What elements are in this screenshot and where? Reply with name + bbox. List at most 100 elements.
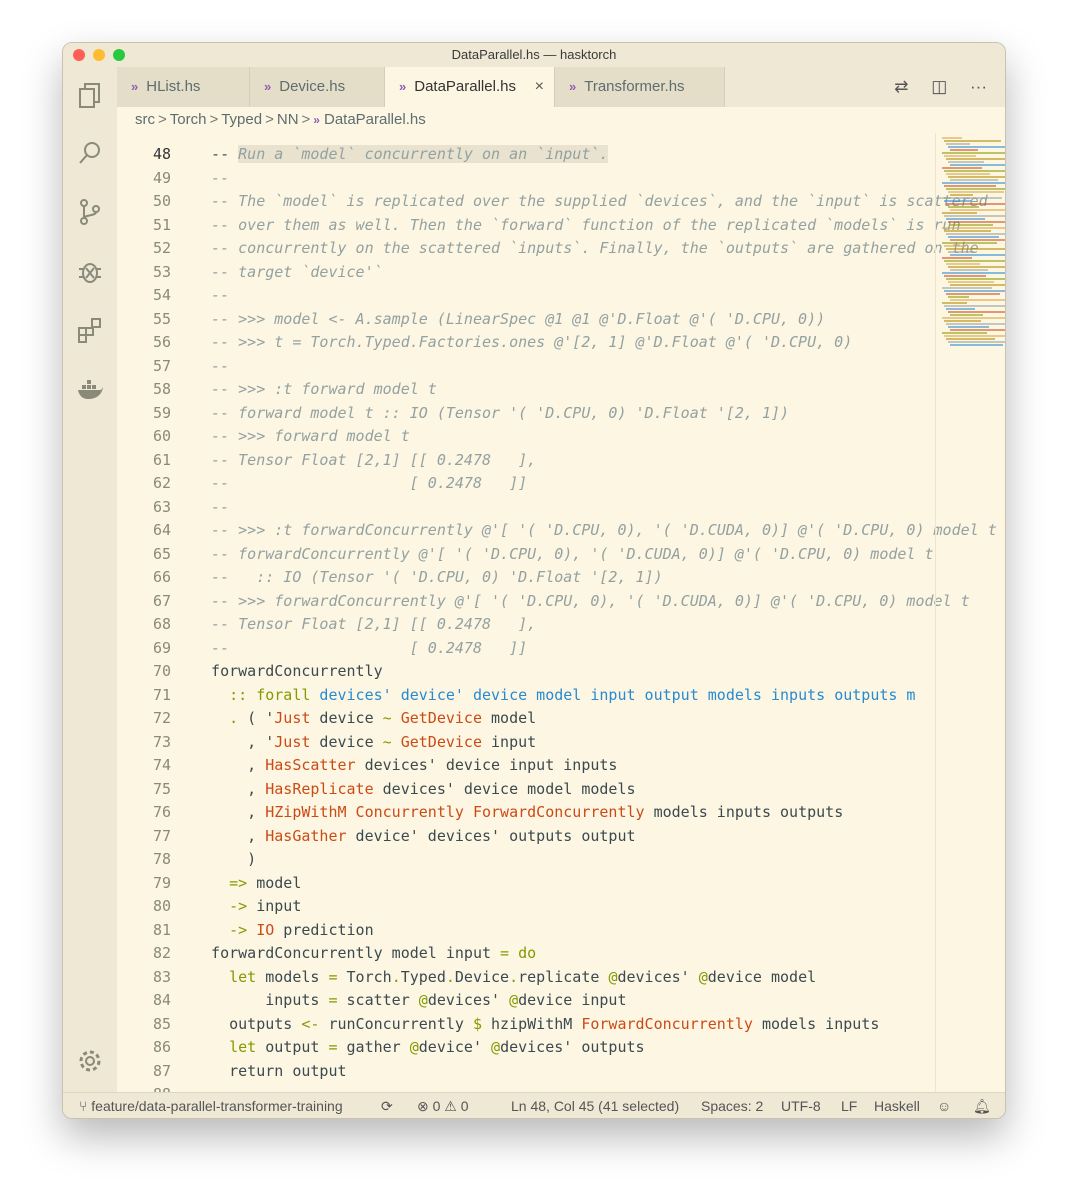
code-line[interactable]: 50 -- The `model` is replicated over the… — [117, 190, 988, 213]
code-line[interactable]: 49 -- — [117, 167, 877, 190]
extensions-icon[interactable] — [76, 316, 104, 344]
code-line[interactable]: 65 -- forwardConcurrently @'[ '( 'D.CPU,… — [117, 543, 934, 566]
line-number: 67 — [152, 591, 171, 610]
code-line[interactable]: 67 -- >>> forwardConcurrently @'[ '( 'D.… — [117, 590, 970, 613]
code-token: input — [482, 732, 537, 751]
tab-hlist[interactable]: » HList.hs — [117, 67, 250, 107]
code-line[interactable]: 59 -- forward model t :: IO (Tensor '( '… — [117, 402, 877, 425]
split-editor-icon[interactable]: ◫ — [931, 77, 947, 96]
code-line[interactable]: 57 -- — [117, 355, 877, 378]
docker-icon[interactable] — [76, 375, 104, 403]
sync-icon[interactable]: ⟳ — [381, 1093, 393, 1118]
code-line[interactable]: 51 -- over them as well. Then the `forwa… — [117, 214, 961, 237]
code-token: -- — [193, 168, 230, 187]
language-mode[interactable]: Haskell — [874, 1093, 920, 1118]
tab-transformer[interactable]: » Transformer.hs — [555, 67, 725, 107]
code-line[interactable]: 75 , HasReplicate devices' device model … — [117, 778, 877, 801]
breadcrumb-src[interactable]: src — [135, 111, 155, 128]
notifications-bell-icon[interactable]: 🔔︎ — [973, 1093, 991, 1118]
end-of-line[interactable]: LF — [841, 1093, 857, 1118]
breadcrumb-torch[interactable]: Torch — [170, 111, 207, 128]
code-token: Just — [274, 709, 311, 727]
code-line[interactable]: 79 => model — [117, 872, 877, 895]
code-line[interactable]: 85 outputs <- runConcurrently $ hzipWith… — [117, 1013, 879, 1036]
code-line[interactable]: 60 -- >>> forward model t — [117, 425, 877, 448]
code-line[interactable]: 53 -- target `device'` — [117, 261, 877, 284]
code-line[interactable]: 64 -- >>> :t forwardConcurrently @'[ '( … — [117, 519, 997, 542]
code-line[interactable]: 54 -- — [117, 284, 877, 307]
more-actions-icon[interactable]: ··· — [970, 77, 987, 96]
code-line[interactable]: 83 let models = Torch.Typed.Device.repli… — [117, 966, 877, 989]
feedback-icon[interactable]: ☺ — [937, 1093, 951, 1118]
settings-gear-icon[interactable] — [76, 1047, 104, 1075]
search-icon[interactable] — [76, 139, 104, 167]
warning-icon: ⚠ — [440, 1098, 461, 1114]
code-line[interactable]: 73 , 'Just device ~ GetDevice input — [117, 731, 877, 754]
cursor-position[interactable]: Ln 48, Col 45 (41 selected) — [511, 1093, 679, 1118]
code-line[interactable]: 72 . ( 'Just device ~ GetDevice model — [117, 707, 877, 730]
files-icon[interactable] — [76, 81, 104, 109]
code-token: @ — [418, 991, 428, 1009]
source-control-icon[interactable] — [76, 198, 104, 226]
minimap-line — [942, 287, 992, 289]
code-line[interactable]: 76 , HZipWithM Concurrently ForwardConcu… — [117, 801, 877, 824]
code-line[interactable]: 68 -- Tensor Float [2,1] [[ 0.2478 ], — [117, 613, 877, 636]
code-line[interactable]: 58 -- >>> :t forward model t — [117, 378, 877, 401]
code-line[interactable]: 69 -- [ 0.2478 ]] — [117, 637, 877, 660]
code-line[interactable]: 78 ) — [117, 848, 877, 871]
code-line[interactable]: 66 -- :: IO (Tensor '( 'D.CPU, 0) 'D.Flo… — [117, 566, 877, 589]
code-token: -- The `model` is replicated over the su… — [193, 192, 988, 210]
code-line[interactable]: 56 -- >>> t = Torch.Typed.Factories.ones… — [117, 331, 877, 354]
minimap-line — [942, 152, 1005, 154]
code-line[interactable]: 86 let output = gather @device' @devices… — [117, 1036, 877, 1059]
compare-changes-icon[interactable]: ⇄ — [894, 77, 908, 96]
haskell-icon: » — [131, 79, 139, 94]
code-line[interactable]: 55 -- >>> model <- A.sample (LinearSpec … — [117, 308, 877, 331]
code-line[interactable]: 81 -> IO prediction — [117, 919, 877, 942]
code-line[interactable]: 87 return output — [117, 1060, 877, 1083]
line-number: 82 — [152, 944, 171, 962]
code-token: Run a `model` concurrently on an `input`… — [238, 145, 609, 163]
problems-indicator[interactable]: ⊗ 0 ⚠ 0 — [417, 1093, 469, 1118]
code-editor[interactable]: 48 -- Run a `model` concurrently on an `… — [117, 133, 1005, 1093]
code-line[interactable]: 82 forwardConcurrently model input = do — [117, 942, 877, 965]
line-number: 61 — [152, 450, 171, 469]
code-line[interactable]: 48 -- Run a `model` concurrently on an `… — [117, 143, 877, 166]
minimap-line — [946, 263, 980, 265]
indentation[interactable]: Spaces: 2 — [701, 1093, 763, 1118]
code-token: :: forall — [229, 685, 311, 704]
minimap-line — [944, 305, 1005, 307]
minimize-window-button[interactable] — [93, 49, 105, 61]
code-token: prediction — [274, 920, 374, 939]
code-line[interactable]: 80 -> input — [117, 895, 877, 918]
code-line[interactable]: 77 , HasGather device' devices' outputs … — [117, 825, 877, 848]
tab-dataparallel[interactable]: » DataParallel.hs × — [385, 67, 555, 107]
code-line[interactable]: 71 :: forall devices' device' device mod… — [117, 684, 916, 707]
code-line[interactable]: 52 -- concurrently on the scattered `inp… — [117, 237, 979, 260]
close-tab-icon[interactable]: × — [535, 67, 544, 107]
minimap[interactable] — [935, 133, 1005, 1093]
activity-bar — [63, 67, 117, 1092]
debug-icon[interactable] — [76, 257, 104, 285]
code-line[interactable]: 74 , HasScatter devices' device input in… — [117, 754, 877, 777]
code-line[interactable]: 84 inputs = scatter @devices' @device in… — [117, 989, 877, 1012]
encoding[interactable]: UTF-8 — [781, 1093, 821, 1118]
code-line[interactable]: 61 -- Tensor Float [2,1] [[ 0.2478 ], — [117, 449, 877, 472]
code-line[interactable]: 70 forwardConcurrently — [117, 660, 877, 683]
tab-device[interactable]: » Device.hs — [250, 67, 385, 107]
branch-indicator[interactable]: ⑂ feature/data-parallel-transformer-trai… — [79, 1093, 343, 1118]
breadcrumb-file[interactable]: DataParallel.hs — [324, 111, 426, 128]
breadcrumb-typed[interactable]: Typed — [221, 111, 262, 128]
code-line[interactable]: 63 -- — [117, 496, 877, 519]
zoom-window-button[interactable] — [113, 49, 125, 61]
minimap-line — [950, 284, 1005, 286]
code-token: . — [391, 967, 401, 986]
code-line[interactable]: 62 -- [ 0.2478 ]] — [117, 472, 877, 495]
minimap-line — [942, 167, 982, 169]
close-window-button[interactable] — [73, 49, 85, 61]
minimap-line — [942, 212, 977, 214]
minimap-line — [944, 335, 1005, 337]
breadcrumb-nn[interactable]: NN — [277, 111, 299, 128]
